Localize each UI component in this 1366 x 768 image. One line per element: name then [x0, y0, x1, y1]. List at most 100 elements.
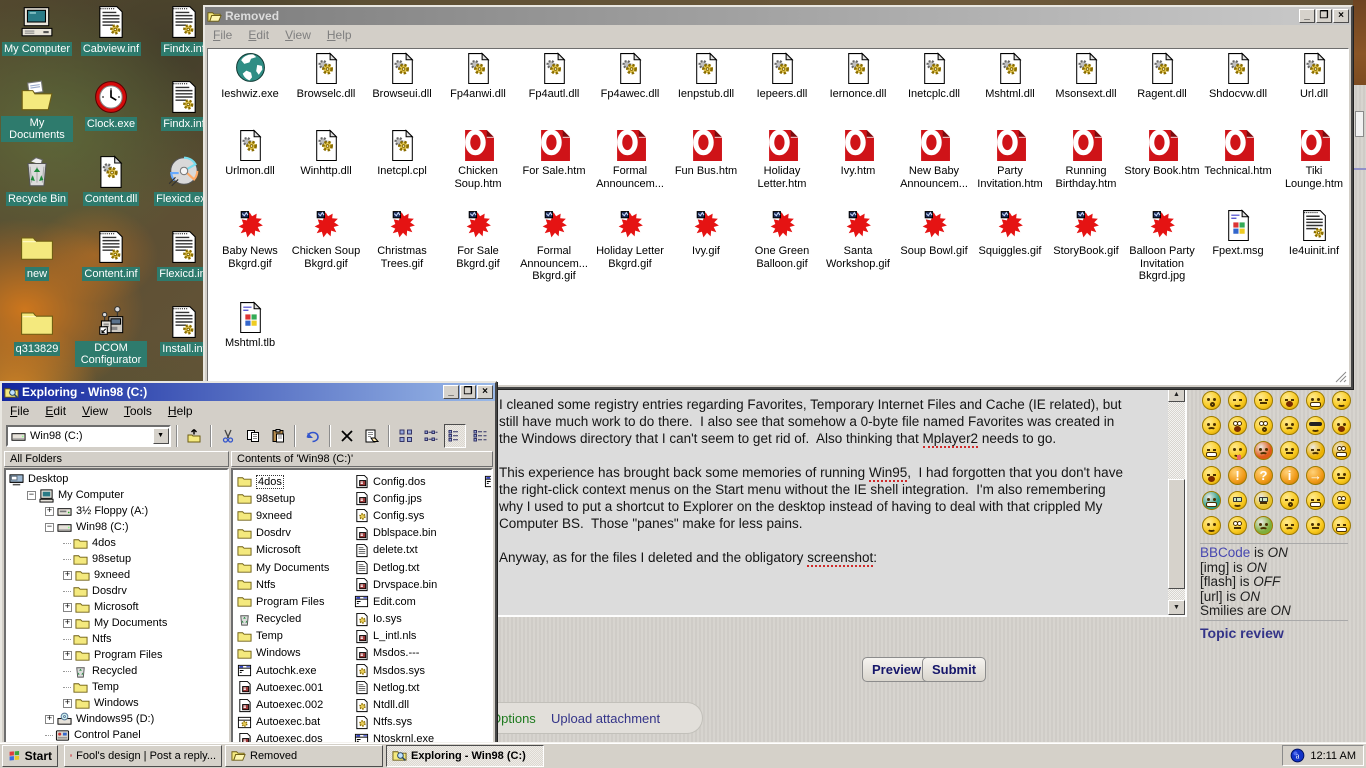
desktop-icon-cabview-inf[interactable]: Cabview.inf: [75, 5, 147, 57]
tree-expander[interactable]: +: [63, 699, 72, 708]
view-large-icons-button[interactable]: [395, 424, 418, 448]
file-icon-item[interactable]: Fpext.msg: [1200, 209, 1276, 283]
contents-item-edit-com[interactable]: Edit.com: [354, 593, 437, 610]
tree-item-my-documents[interactable]: +My Documents: [6, 615, 227, 631]
menu-item-help[interactable]: Help: [319, 26, 360, 44]
smiley-happy[interactable]: [1306, 491, 1325, 510]
address-combobox[interactable]: Win98 (C:) ▼: [6, 425, 171, 447]
smiley-twisted[interactable]: [1332, 441, 1351, 460]
file-icon-item[interactable]: Urlmon.dll: [212, 129, 288, 190]
smiley-idea[interactable]: i: [1280, 466, 1299, 485]
submit-button[interactable]: Submit: [922, 657, 986, 682]
smiley-think[interactable]: [1306, 516, 1325, 535]
tree-item-9xneed[interactable]: +9xneed: [6, 567, 227, 583]
file-icon-item[interactable]: One Green Balloon.gif: [744, 209, 820, 283]
file-icon-item[interactable]: New Baby Announcem...: [896, 129, 972, 190]
file-icon-item[interactable]: Shdocvw.dll: [1200, 52, 1276, 101]
contents-item-w98[interactable]: W98: [484, 473, 493, 490]
file-icon-item[interactable]: For Sale Bkgrd.gif: [440, 209, 516, 283]
smiley-mad[interactable]: [1254, 441, 1273, 460]
smiley-wink[interactable]: [1332, 391, 1351, 410]
smiley-lol[interactable]: [1332, 416, 1351, 435]
tree-item-recycled[interactable]: Recycled: [6, 663, 227, 679]
smiley-speechless[interactable]: [1280, 441, 1299, 460]
file-icon-item[interactable]: Soup Bowl.gif: [896, 209, 972, 283]
file-icon-item[interactable]: Formal Announcem...: [592, 129, 668, 190]
textarea-scrollbar[interactable]: ▲ ▼: [1168, 387, 1185, 615]
file-icon-item[interactable]: Chicken Soup Bkgrd.gif: [288, 209, 364, 283]
properties-button[interactable]: [360, 424, 383, 448]
bbcode-link[interactable]: BBCode: [1200, 545, 1250, 560]
up-directory-button[interactable]: [183, 424, 206, 448]
browser-scrollbar-fragment[interactable]: [1355, 111, 1364, 137]
smiley-evil[interactable]: [1306, 441, 1325, 460]
smiley-beat-up[interactable]: [1280, 516, 1299, 535]
contents-item-recycled[interactable]: Recycled: [237, 611, 329, 628]
file-icon-item[interactable]: For Sale.htm: [516, 129, 592, 190]
paste-button[interactable]: [266, 424, 289, 448]
smiley-geek[interactable]: [1228, 491, 1247, 510]
file-icon-item[interactable]: Inetcplc.dll: [896, 52, 972, 101]
tree-item-dosdrv[interactable]: Dosdrv: [6, 583, 227, 599]
smiley-arrow[interactable]: →: [1306, 466, 1325, 485]
tree-item-desktop[interactable]: Desktop: [6, 471, 227, 487]
file-icon-item[interactable]: Balloon Party Invitation Bkgrd.jpg: [1124, 209, 1200, 283]
post-message-textarea[interactable]: I cleaned some registry entries regardin…: [485, 385, 1187, 617]
tree-expander[interactable]: +: [45, 507, 54, 516]
contents-item-config-dos[interactable]: Config.dos: [354, 473, 437, 490]
file-icon-item[interactable]: Baby News Bkgrd.gif: [212, 209, 288, 283]
explorer-titlebar[interactable]: Exploring - Win98 (C:) _ ❐ ×: [2, 383, 495, 401]
file-icon-item[interactable]: Mshtml.dll: [972, 52, 1048, 101]
file-icon-item[interactable]: Msonsext.dll: [1048, 52, 1124, 101]
file-icon-item[interactable]: Browselc.dll: [288, 52, 364, 101]
agent-ball-icon[interactable]: a: [1290, 748, 1305, 763]
menu-item-edit[interactable]: Edit: [37, 402, 74, 420]
contents-item-msdos-sys[interactable]: Msdos.sys: [354, 662, 437, 679]
chevron-down-icon[interactable]: ▼: [153, 428, 169, 444]
contents-item-ntfs-sys[interactable]: Ntfs.sys: [354, 714, 437, 731]
contents-item-autoexec-002[interactable]: Autoexec.002: [237, 696, 329, 713]
contents-item-autochk-exe[interactable]: Autochk.exe: [237, 662, 329, 679]
folder-tree-panel[interactable]: Desktop−My Computer+3½ Floppy (A:)−Win98…: [4, 468, 229, 764]
minimize-button[interactable]: _: [443, 385, 459, 399]
contents-item-dosdrv[interactable]: Dosdrv: [237, 525, 329, 542]
file-icon-item[interactable]: Browseui.dll: [364, 52, 440, 101]
file-icon-item[interactable]: Fp4autl.dll: [516, 52, 592, 101]
file-icon-item[interactable]: Technical.htm: [1200, 129, 1276, 190]
view-small-icons-button[interactable]: [419, 424, 442, 448]
desktop-icon-new[interactable]: new: [1, 230, 73, 282]
menu-item-edit[interactable]: Edit: [240, 26, 277, 44]
file-icon-item[interactable]: Inetcpl.cpl: [364, 129, 440, 190]
folder-contents-panel[interactable]: 4dos98setup9xneedDosdrvMicrosoftMy Docum…: [231, 468, 493, 764]
smiley-cool[interactable]: [1306, 416, 1325, 435]
tree-item-ntfs[interactable]: Ntfs: [6, 631, 227, 647]
contents-item-windows[interactable]: Windows: [237, 645, 329, 662]
contents-item-msdos-[interactable]: Msdos.---: [354, 645, 437, 662]
start-button[interactable]: Start: [2, 745, 58, 767]
view-details-button[interactable]: [468, 424, 491, 448]
file-icon-item[interactable]: Squiggles.gif: [972, 209, 1048, 283]
tree-item-windows[interactable]: +Windows: [6, 695, 227, 711]
file-icon-item[interactable]: Ivy.htm: [820, 129, 896, 190]
taskbar-button-exploring-win98-c-[interactable]: Exploring - Win98 (C:): [386, 745, 544, 767]
tree-item-4dos[interactable]: 4dos: [6, 535, 227, 551]
desktop-icon-dcom-configurator[interactable]: DCOM Configurator: [75, 305, 147, 368]
smiley-laugh[interactable]: [1280, 391, 1299, 410]
tree-item-microsoft[interactable]: +Microsoft: [6, 599, 227, 615]
menu-item-view[interactable]: View: [277, 26, 319, 44]
file-icon-item[interactable]: Ragent.dll: [1124, 52, 1200, 101]
tree-item-3-floppy-a-[interactable]: +3½ Floppy (A:): [6, 503, 227, 519]
tree-item-win98-c-[interactable]: −Win98 (C:): [6, 519, 227, 535]
minimize-button[interactable]: _: [1299, 9, 1315, 23]
tree-expander[interactable]: +: [63, 571, 72, 580]
contents-item-temp[interactable]: Temp: [237, 628, 329, 645]
contents-item-delete-txt[interactable]: delete.txt: [354, 542, 437, 559]
smiley-teal-grin[interactable]: [1202, 491, 1221, 510]
smiley-giggle[interactable]: [1202, 466, 1221, 485]
contents-item-autoexec-001[interactable]: Autoexec.001: [237, 679, 329, 696]
tree-item-98setup[interactable]: 98setup: [6, 551, 227, 567]
desktop-icon-recycle-bin[interactable]: Recycle Bin: [1, 155, 73, 207]
scroll-up-button[interactable]: ▲: [1168, 387, 1185, 402]
file-icon-item[interactable]: Url.dll: [1276, 52, 1349, 101]
file-icon-item[interactable]: Ieshwiz.exe: [212, 52, 288, 101]
